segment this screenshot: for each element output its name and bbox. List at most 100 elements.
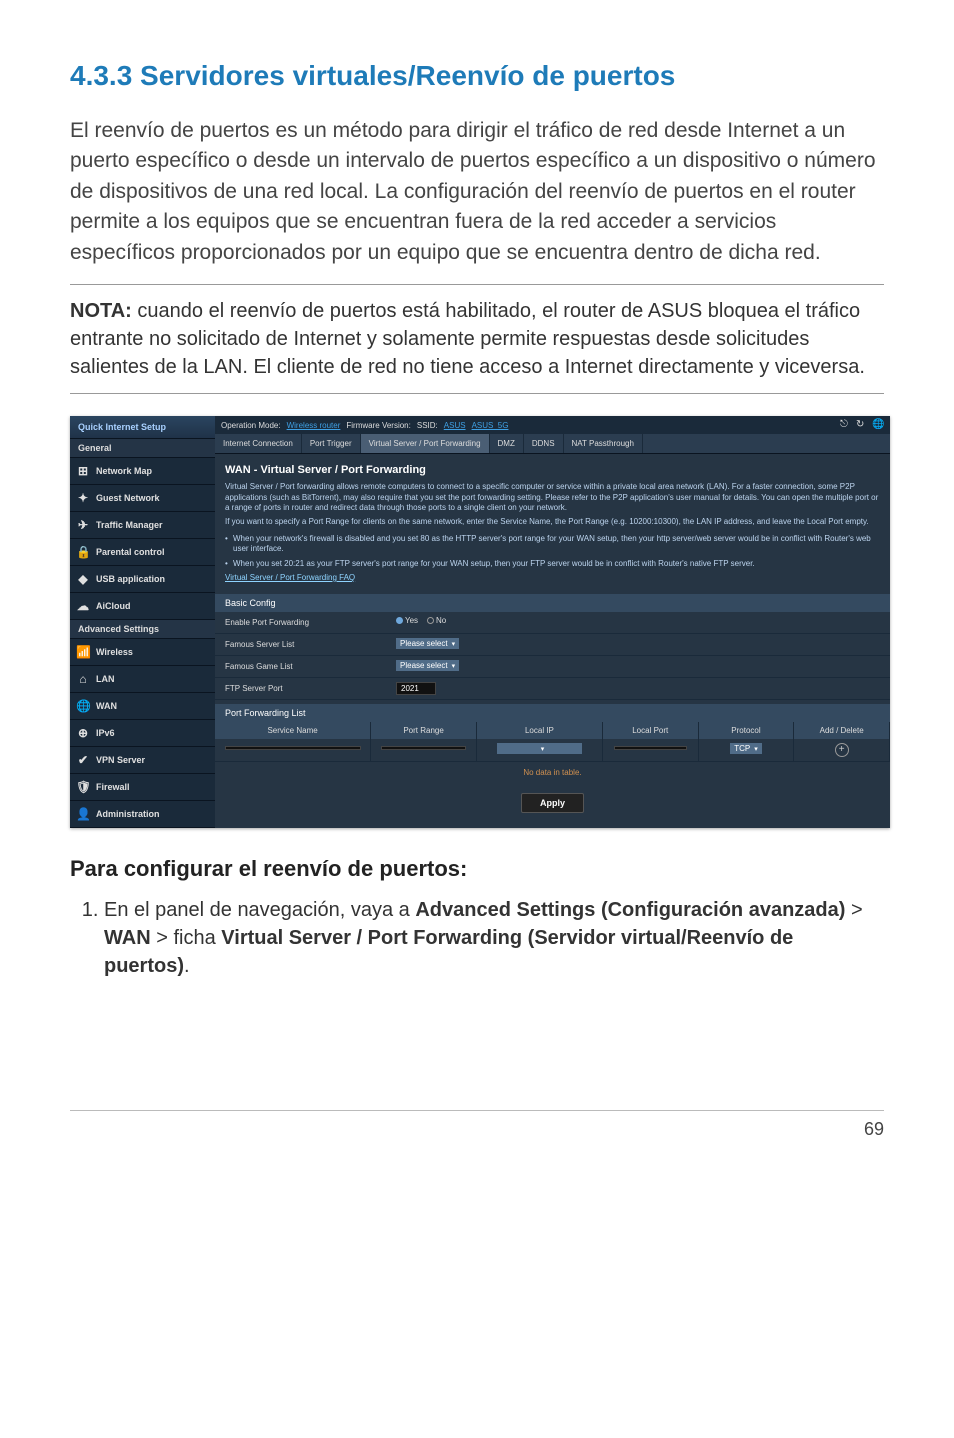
step-1-bold-2: WAN (104, 927, 151, 949)
panel-bullet-2: When you set 20:21 as your FTP server's … (215, 557, 890, 571)
col-local-ip: Local IP (477, 722, 603, 739)
pf-list-header: Port Forwarding List (215, 704, 890, 722)
sidebar-item-label: USB application (96, 574, 165, 584)
col-add-delete: Add / Delete (794, 722, 890, 739)
admin-icon: 👤 (76, 807, 90, 821)
sidebar-item-label: AiCloud (96, 601, 131, 611)
port-range-input[interactable] (381, 746, 467, 750)
panel-bullet-1: When your network's firewall is disabled… (215, 532, 890, 557)
radio-no-label: No (436, 616, 446, 625)
no-data-message: No data in table. (215, 762, 890, 783)
radio-no[interactable] (427, 617, 434, 624)
enable-pf-label: Enable Port Forwarding (215, 612, 390, 633)
sidebar-item-network-map[interactable]: ⊞Network Map (70, 458, 215, 485)
guest-network-icon: ✦ (76, 491, 90, 505)
sidebar-item-wan[interactable]: 🌐WAN (70, 693, 215, 720)
router-content: Operation Mode: Wireless router Firmware… (215, 416, 890, 828)
firewall-icon: 🛡 (76, 780, 90, 794)
faq-link[interactable]: Virtual Server / Port Forwarding FAQ (215, 571, 890, 590)
ftp-port-label: FTP Server Port (215, 678, 390, 699)
panel-desc-2: If you want to specify a Port Range for … (215, 517, 890, 531)
famous-server-label: Famous Server List (215, 634, 390, 655)
step-1: En el panel de navegación, vaya a Advanc… (104, 896, 884, 980)
step-1-text-1: En el panel de navegación, vaya a (104, 899, 415, 921)
tab-nat-passthrough[interactable]: NAT Passthrough (564, 434, 643, 453)
sidebar-item-label: WAN (96, 701, 117, 711)
logout-icon[interactable]: ⎋ (840, 419, 852, 431)
sidebar-item-firewall[interactable]: 🛡 Firewall (70, 774, 215, 801)
ssid-value-2[interactable]: ASUS_5G (472, 421, 509, 430)
note-text: cuando el reenvío de puertos está habili… (70, 300, 865, 378)
radio-yes[interactable] (396, 617, 403, 624)
tab-ddns[interactable]: DDNS (524, 434, 564, 453)
sidebar-item-label: Firewall (96, 782, 130, 792)
tab-internet-connection[interactable]: Internet Connection (215, 434, 302, 453)
sidebar-item-label: Wireless (96, 647, 133, 657)
sidebar-item-label: Administration (96, 809, 160, 819)
quick-internet-setup[interactable]: Quick Internet Setup (70, 416, 215, 439)
note-label: NOTA: (70, 300, 132, 322)
steps-heading: Para configurar el reenvío de puertos: (70, 856, 884, 882)
famous-server-select[interactable]: Please select (396, 638, 459, 649)
local-port-input[interactable] (614, 746, 687, 750)
wireless-icon: 📶 (76, 645, 90, 659)
sidebar-item-label: VPN Server (96, 755, 145, 765)
cloud-icon: ☁ (76, 599, 90, 613)
lock-icon: 🔒 (76, 545, 90, 559)
apply-button[interactable]: Apply (521, 793, 584, 813)
intro-paragraph: El reenvío de puertos es un método para … (70, 116, 884, 268)
sidebar-item-label: Guest Network (96, 493, 160, 503)
page-number: 69 (864, 1119, 884, 1139)
col-port-range: Port Range (371, 722, 477, 739)
famous-game-label: Famous Game List (215, 656, 390, 677)
sidebar-item-usb-application[interactable]: ◆ USB application (70, 566, 215, 593)
sidebar-item-administration[interactable]: 👤 Administration (70, 801, 215, 828)
basic-config-header: Basic Config (215, 594, 890, 612)
tab-dmz[interactable]: DMZ (490, 434, 524, 453)
network-map-icon: ⊞ (76, 464, 90, 478)
reboot-icon[interactable]: ↻ (856, 419, 868, 431)
sidebar-item-label: Traffic Manager (96, 520, 163, 530)
sidebar-item-label: Parental control (96, 547, 165, 557)
sidebar-item-traffic-manager[interactable]: ✈Traffic Manager (70, 512, 215, 539)
router-sidebar: Quick Internet Setup General ⊞Network Ma… (70, 416, 215, 828)
service-name-input[interactable] (225, 746, 361, 750)
panel-title: WAN - Virtual Server / Port Forwarding (215, 454, 890, 482)
sidebar-item-label: IPv6 (96, 728, 115, 738)
step-1-gt-1: > (845, 899, 862, 921)
radio-yes-label: Yes (405, 616, 418, 625)
tab-port-trigger[interactable]: Port Trigger (302, 434, 361, 453)
note-box: NOTA: cuando el reenvío de puertos está … (70, 284, 884, 394)
sidebar-item-parental-control[interactable]: 🔒 Parental control (70, 539, 215, 566)
step-1-bold-1: Advanced Settings (Configuración avanzad… (415, 899, 845, 921)
router-topbar: Operation Mode: Wireless router Firmware… (215, 416, 890, 434)
col-service-name: Service Name (215, 722, 371, 739)
sidebar-item-wireless[interactable]: 📶 Wireless (70, 639, 215, 666)
tab-virtual-server[interactable]: Virtual Server / Port Forwarding (361, 434, 490, 453)
ftp-port-input[interactable]: 2021 (396, 682, 436, 695)
sidebar-item-label: LAN (96, 674, 115, 684)
sidebar-item-ipv6[interactable]: ⊕IPv6 (70, 720, 215, 747)
local-ip-select[interactable] (497, 743, 582, 754)
ssid-value-1[interactable]: ASUS (444, 421, 466, 430)
lang-icon[interactable]: 🌐 (872, 419, 884, 431)
pf-table-header: Service Name Port Range Local IP Local P… (215, 722, 890, 739)
page-heading: 4.3.3 Servidores virtuales/Reenvío de pu… (70, 60, 884, 92)
lan-icon: ⌂ (76, 672, 90, 686)
sidebar-item-aicloud[interactable]: ☁ AiCloud (70, 593, 215, 620)
op-mode-link[interactable]: Wireless router (287, 421, 341, 430)
sidebar-section-advanced: Advanced Settings (70, 620, 215, 639)
sidebar-item-lan[interactable]: ⌂ LAN (70, 666, 215, 693)
sidebar-section-general: General (70, 439, 215, 458)
protocol-select[interactable]: TCP (730, 743, 762, 754)
sidebar-item-guest-network[interactable]: ✦ Guest Network (70, 485, 215, 512)
wan-tabs: Internet Connection Port Trigger Virtual… (215, 434, 890, 454)
famous-game-select[interactable]: Please select (396, 660, 459, 671)
step-1-suffix: . (184, 955, 190, 977)
col-protocol: Protocol (699, 722, 795, 739)
add-row-button[interactable]: + (835, 743, 849, 757)
sidebar-item-vpn-server[interactable]: ✔VPN Server (70, 747, 215, 774)
usb-icon: ◆ (76, 572, 90, 586)
page-footer: 69 (70, 1110, 884, 1140)
enable-pf-value: Yes No (390, 612, 890, 633)
